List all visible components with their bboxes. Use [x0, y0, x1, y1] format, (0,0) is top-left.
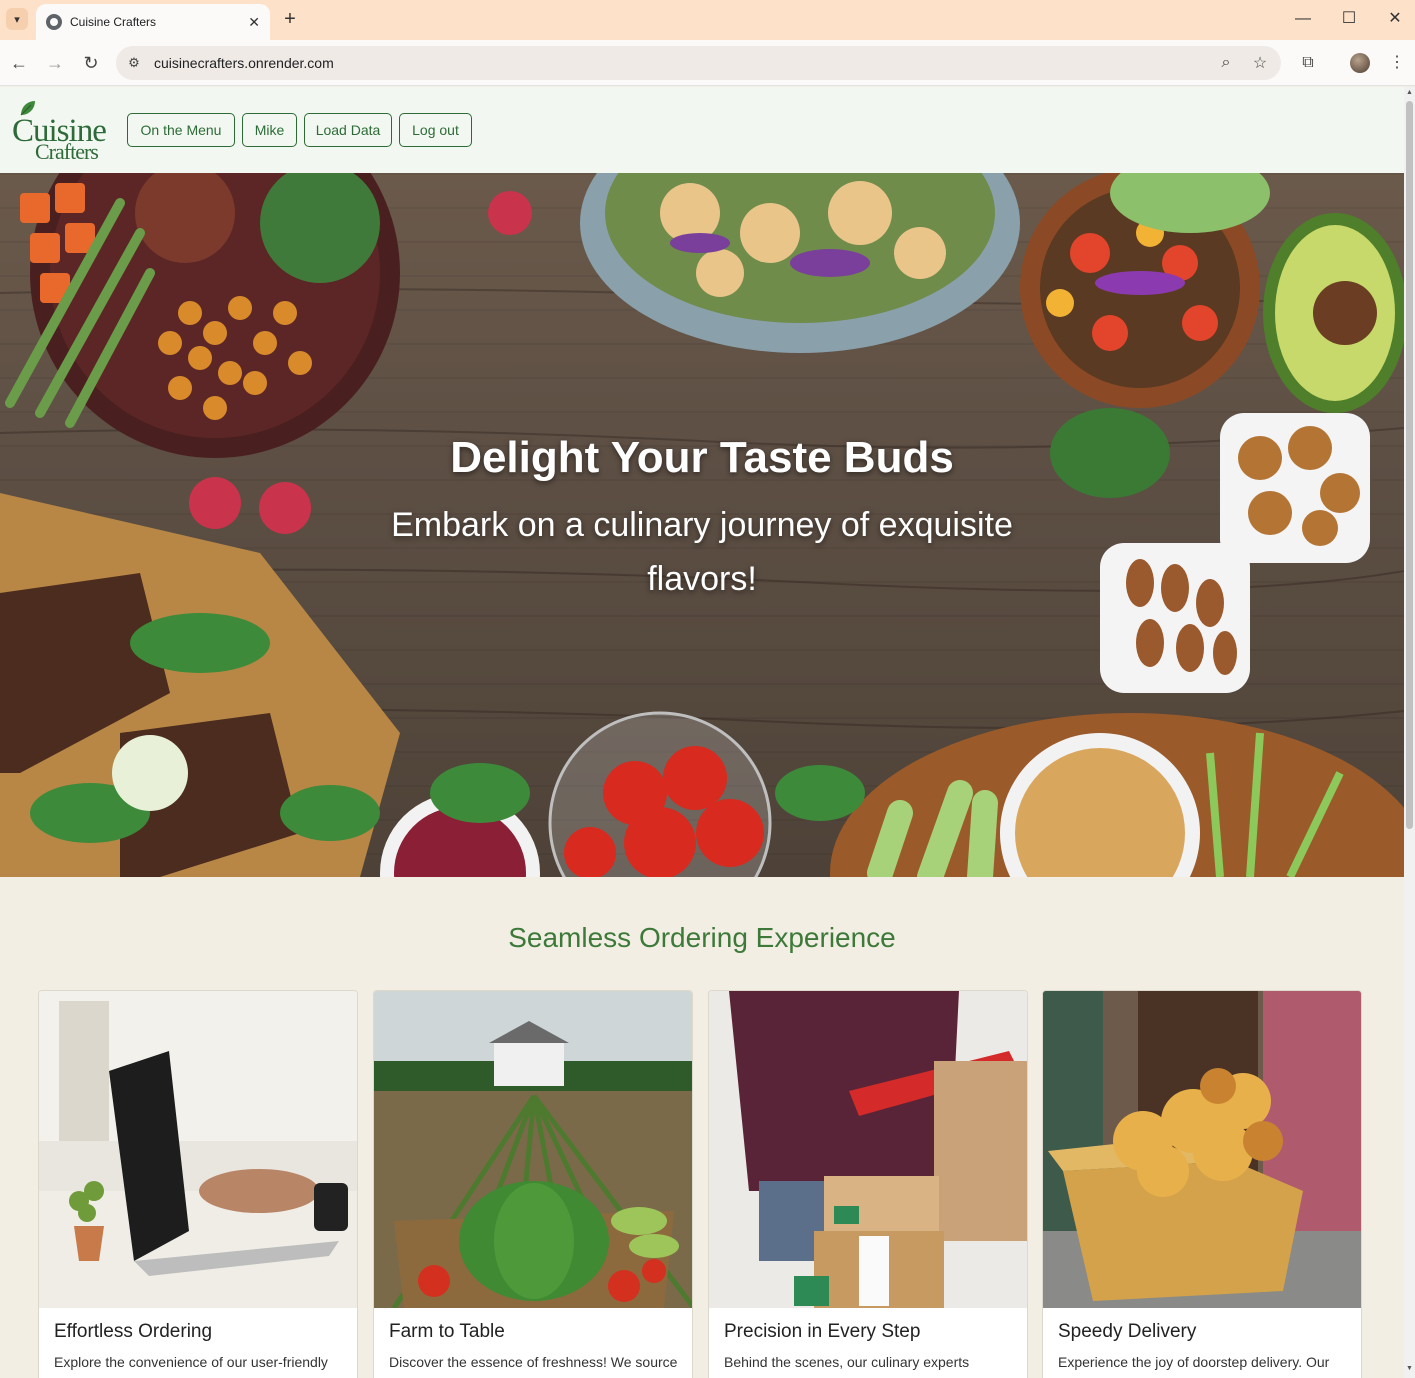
card-text: Behind the scenes, our culinary experts — [724, 1354, 970, 1370]
logo-text-line2: Crafters — [35, 139, 99, 164]
maximize-button[interactable]: ☐ — [1339, 8, 1359, 30]
tab-search-chevron-icon[interactable]: ▾ — [6, 8, 28, 30]
bookmark-star-icon[interactable]: ☆ — [1247, 53, 1273, 73]
new-tab-button[interactable]: + — [280, 8, 300, 30]
card-title: Precision in Every Step — [724, 1321, 921, 1342]
site-header: Cuisine Crafters On the Menu Mike Load D… — [0, 87, 1404, 173]
page-scrollbar[interactable]: ▲ ▼ — [1404, 87, 1415, 1378]
tab-close-icon[interactable]: ✕ — [248, 14, 260, 31]
browser-tab[interactable]: Cuisine Crafters ✕ — [36, 4, 270, 40]
feature-card-effortless-ordering[interactable]: Effortless Ordering Explore the convenie… — [38, 990, 358, 1378]
laptop-image — [39, 991, 357, 1308]
feature-card-precision[interactable]: Precision in Every Step Behind the scene… — [708, 990, 1028, 1378]
browser-toolbar: ← → ↻ ⚙ cuisinecrafters.onrender.com ⌕ ☆… — [0, 40, 1415, 86]
scroll-thumb[interactable] — [1406, 101, 1413, 829]
hero-subtitle: Embark on a culinary journey of exquisit… — [391, 506, 1013, 598]
minimize-button[interactable]: — — [1293, 8, 1313, 30]
hero-banner: Delight Your Taste Buds Embark on a culi… — [0, 173, 1404, 877]
nav-load-data-button[interactable]: Load Data — [304, 113, 392, 147]
section-title: Seamless Ordering Experience — [508, 922, 896, 953]
feature-card-speedy-delivery[interactable]: Speedy Delivery Experience the joy of do… — [1042, 990, 1362, 1378]
card-title: Speedy Delivery — [1058, 1321, 1197, 1342]
delivery-box-image — [1043, 991, 1361, 1308]
hero-title: Delight Your Taste Buds — [450, 433, 954, 482]
more-menu-icon[interactable]: ⋮ — [1384, 50, 1410, 76]
packing-image — [709, 991, 1027, 1308]
forward-arrow-icon[interactable]: → — [42, 50, 68, 76]
nav-log-out-button[interactable]: Log out — [399, 113, 472, 147]
card-text: Discover the essence of freshness! We so… — [389, 1354, 678, 1370]
feature-card-farm-to-table[interactable]: Farm to Table Discover the essence of fr… — [373, 990, 693, 1378]
close-window-button[interactable]: ✕ — [1385, 8, 1405, 30]
nav-on-the-menu-button[interactable]: On the Menu — [127, 113, 235, 147]
cuisine-crafters-logo[interactable]: Cuisine Crafters — [10, 99, 110, 164]
back-arrow-icon[interactable]: ← — [6, 50, 32, 76]
card-text: Experience the joy of doorstep delivery.… — [1058, 1354, 1330, 1370]
browser-tab-strip: ▾ Cuisine Crafters ✕ + — ☐ ✕ — [0, 0, 1415, 40]
card-title: Farm to Table — [389, 1321, 505, 1342]
profile-avatar[interactable] — [1350, 53, 1370, 73]
reload-icon[interactable]: ↻ — [78, 50, 104, 76]
nav-user-mike-button[interactable]: Mike — [242, 113, 297, 147]
scroll-up-arrow-icon[interactable]: ▲ — [1404, 89, 1415, 96]
card-text: Explore the convenience of our user-frie… — [54, 1354, 328, 1370]
scroll-down-arrow-icon[interactable]: ▼ — [1404, 1365, 1415, 1372]
farm-image — [374, 991, 692, 1308]
address-bar[interactable]: ⚙ cuisinecrafters.onrender.com ⌕ ☆ — [116, 46, 1281, 80]
site-info-icon[interactable]: ⚙ — [124, 53, 144, 73]
url-text[interactable]: cuisinecrafters.onrender.com — [154, 55, 1213, 71]
globe-icon — [46, 14, 62, 30]
card-title: Effortless Ordering — [54, 1321, 213, 1342]
tab-title: Cuisine Crafters — [70, 15, 157, 29]
zoom-icon[interactable]: ⌕ — [1213, 54, 1239, 72]
web-page: Cuisine Crafters On the Menu Mike Load D… — [0, 87, 1404, 1378]
extensions-icon[interactable]: ⧉ — [1295, 50, 1321, 76]
